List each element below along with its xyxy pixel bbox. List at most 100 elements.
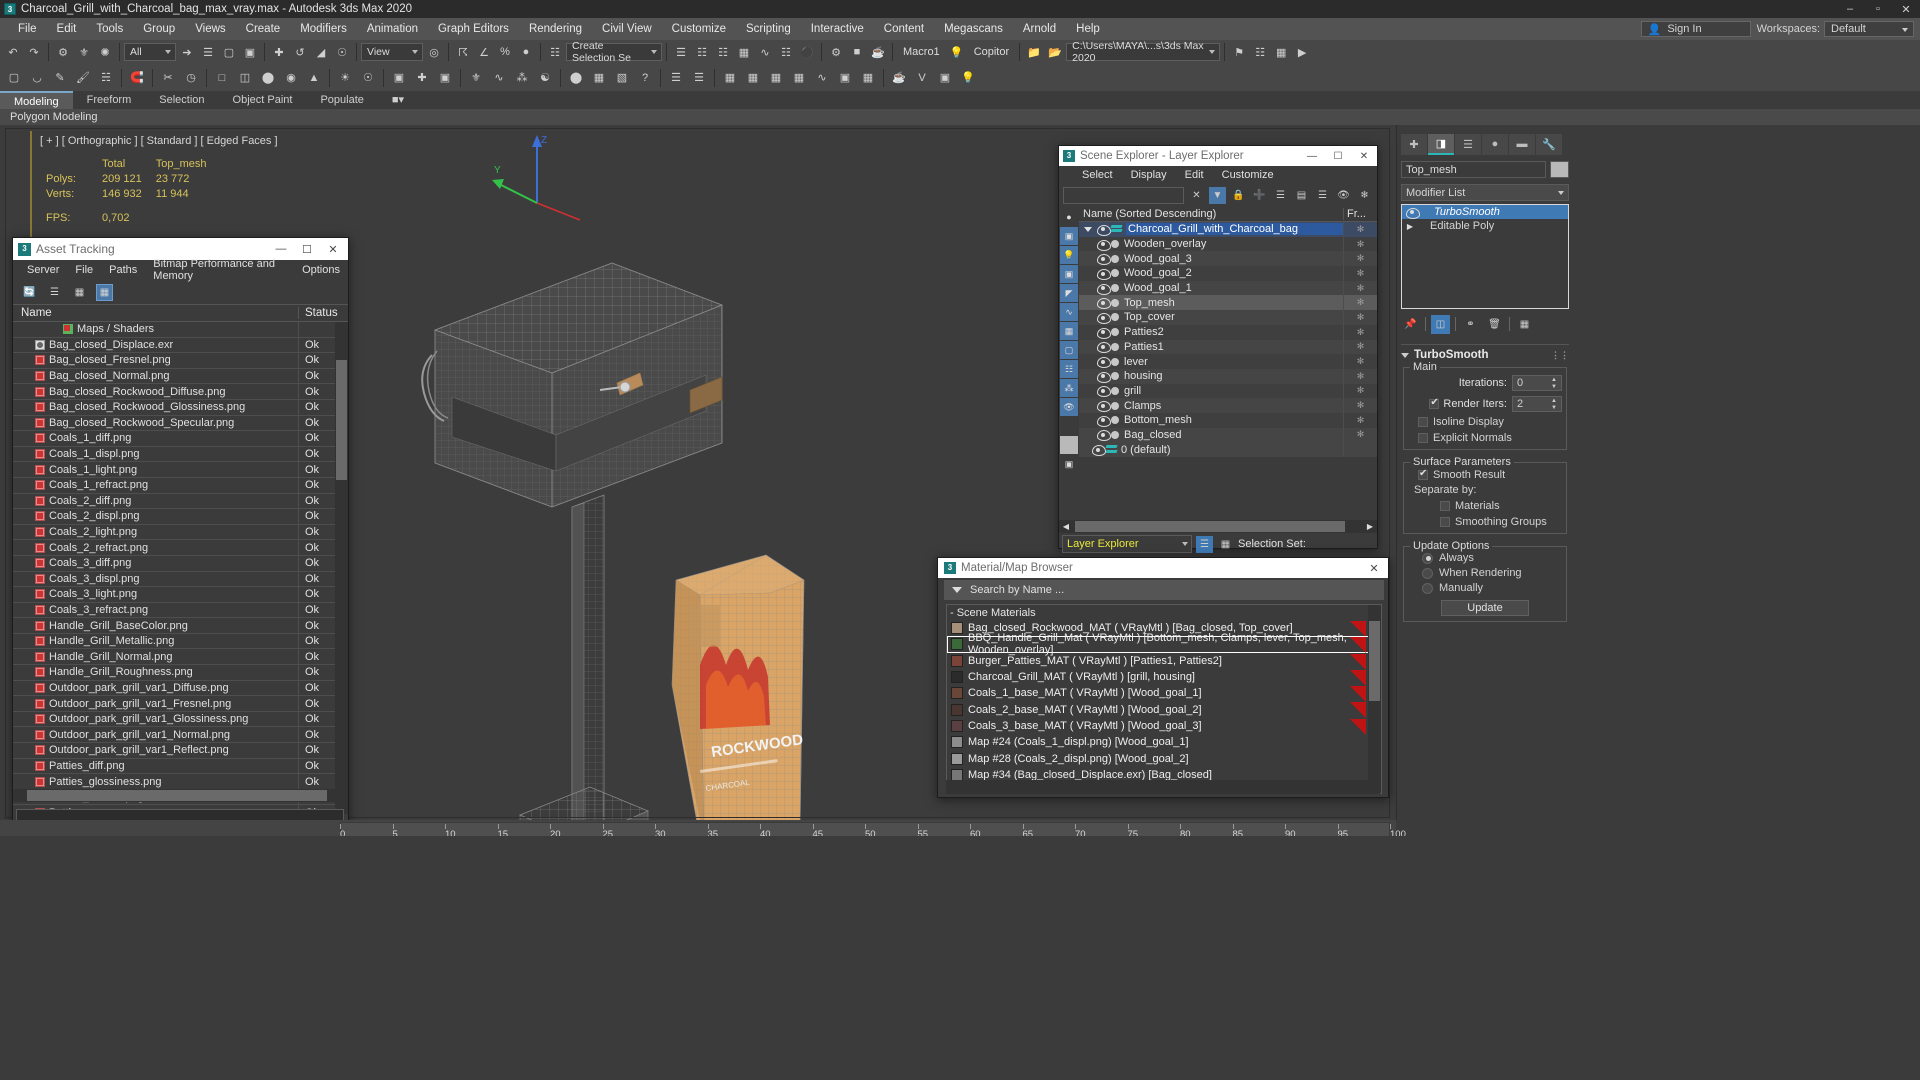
visibility-eye-icon[interactable] bbox=[1097, 401, 1111, 413]
help-tool-icon[interactable]: ? bbox=[634, 67, 656, 89]
freeze-toggle[interactable]: ✻ bbox=[1343, 266, 1377, 281]
materials-checkbox[interactable] bbox=[1440, 501, 1450, 511]
asset-row[interactable]: Outdoor_park_grill_var1_Normal.png Ok bbox=[13, 727, 348, 744]
scene-node-row[interactable]: lever ✻ bbox=[1079, 354, 1377, 369]
scene-node-row[interactable]: Wood_goal_3 ✻ bbox=[1079, 251, 1377, 267]
scene-node-row[interactable]: Bottom_mesh ✻ bbox=[1079, 412, 1377, 428]
menu-scripting[interactable]: Scripting bbox=[736, 20, 801, 38]
asset-row[interactable]: Outdoor_park_grill_var1_Diffuse.png Ok bbox=[13, 680, 348, 697]
material-row[interactable]: Charcoal_Grill_MAT ( VRayMtl ) [grill, h… bbox=[947, 669, 1381, 686]
pivot-center-icon[interactable]: ◎ bbox=[424, 42, 444, 62]
scene-node-row[interactable]: housing ✻ bbox=[1079, 368, 1377, 384]
render-icon[interactable]: ☕ bbox=[888, 67, 910, 89]
visibility-eye-icon[interactable] bbox=[1097, 239, 1111, 251]
project-path-select[interactable]: C:\Users\MAYA\...s\3ds Max 2020 bbox=[1066, 40, 1221, 64]
mb-close-button[interactable]: ✕ bbox=[1360, 558, 1388, 578]
select-and-rotate-icon[interactable]: ↺ bbox=[290, 42, 310, 62]
scene-node-row[interactable]: Patties2 ✻ bbox=[1079, 324, 1377, 340]
scene-explorer-close[interactable]: ✕ bbox=[1351, 146, 1377, 166]
pin-stack-icon[interactable]: 📌 bbox=[1401, 315, 1420, 334]
detail-view-icon[interactable]: ▦ bbox=[71, 284, 88, 301]
material-editor-icon[interactable]: ⚫ bbox=[797, 42, 817, 62]
material-row[interactable]: Coals_3_base_MAT ( VRayMtl ) [Wood_goal_… bbox=[947, 718, 1381, 735]
explorer-mode-select[interactable]: Layer Explorer bbox=[1062, 535, 1192, 553]
tree-default-layer-row[interactable]: 0 (default) bbox=[1079, 442, 1377, 457]
layers-icon[interactable]: ☰ bbox=[1314, 187, 1331, 204]
menu-group[interactable]: Group bbox=[133, 20, 185, 38]
clear-search-icon[interactable]: ✕ bbox=[1188, 187, 1205, 204]
cylinder-object-icon[interactable]: ◫ bbox=[234, 67, 256, 89]
freeze-toggle[interactable]: ✻ bbox=[1343, 236, 1377, 252]
menu-customize[interactable]: Customize bbox=[662, 20, 736, 38]
light-bulb-icon[interactable]: 💡 bbox=[947, 42, 967, 62]
refresh-icon[interactable]: 🔄 bbox=[21, 284, 38, 301]
at-menu-server[interactable]: Server bbox=[19, 262, 67, 278]
menu-arnold[interactable]: Arnold bbox=[1013, 20, 1066, 38]
asset-row[interactable]: Outdoor_park_grill_var1_Reflect.png Ok bbox=[13, 743, 348, 759]
menu-civil-view[interactable]: Civil View bbox=[592, 20, 662, 38]
asset-row[interactable]: Bag_closed_Rockwood_Specular.png Ok bbox=[13, 415, 348, 432]
mirror-icon[interactable]: ☰ bbox=[671, 42, 691, 62]
asset-row[interactable]: Bag_closed_Fresnel.png Ok bbox=[13, 353, 348, 369]
explorer-layers-icon[interactable]: ☰ bbox=[1196, 535, 1213, 553]
asset-row[interactable]: Bag_closed_Displace.exr Ok bbox=[13, 337, 348, 354]
quickslice-icon[interactable]: ◷ bbox=[180, 67, 202, 89]
freeze-toggle[interactable]: ✻ bbox=[1343, 368, 1377, 384]
asset-row[interactable]: Coals_2_displ.png Ok bbox=[13, 509, 348, 525]
align-left-icon[interactable]: ☰ bbox=[665, 67, 687, 89]
freeze-toggle[interactable]: ✻ bbox=[1343, 383, 1377, 399]
isoline-display-checkbox[interactable] bbox=[1418, 417, 1428, 427]
visibility-eye-icon[interactable] bbox=[1097, 415, 1111, 427]
project-set-icon[interactable]: 📂 bbox=[1045, 42, 1065, 62]
named-selection-set-select[interactable]: Create Selection Se bbox=[566, 40, 662, 64]
modify-tab[interactable]: ◨ bbox=[1428, 133, 1454, 155]
mb-vertical-scrollbar[interactable] bbox=[1368, 605, 1381, 793]
rollout-header[interactable]: TurboSmooth ⋮⋮ bbox=[1401, 344, 1569, 361]
asset-row[interactable]: Coals_3_displ.png Ok bbox=[13, 571, 348, 588]
asset-row[interactable]: Coals_3_diff.png Ok bbox=[13, 555, 348, 572]
space-warp-icon[interactable]: ∿ bbox=[488, 67, 510, 89]
asset-row[interactable]: Outdoor_park_grill_var1_Fresnel.png Ok bbox=[13, 696, 348, 712]
material-row[interactable]: Coals_1_base_MAT ( VRayMtl ) [Wood_goal_… bbox=[947, 685, 1381, 703]
unlink-icon[interactable]: ⚜ bbox=[74, 42, 94, 62]
material-row[interactable]: Map #28 (Coals_2_displ.png) [Wood_goal_2… bbox=[947, 750, 1381, 766]
mb-group-header[interactable]: - Scene Materials bbox=[947, 605, 1381, 620]
freeze-toggle[interactable]: ✻ bbox=[1343, 251, 1377, 267]
freeze-layer-icon[interactable]: ❄ bbox=[1356, 187, 1373, 204]
filter-notes-icon[interactable]: ▣ bbox=[1060, 455, 1078, 473]
freeze-toggle[interactable]: ✻ bbox=[1343, 339, 1377, 355]
scene-node-row[interactable]: grill ✻ bbox=[1079, 383, 1377, 399]
menu-rendering[interactable]: Rendering bbox=[519, 20, 592, 38]
undo-icon[interactable]: ↶ bbox=[3, 42, 23, 62]
at-menu-paths[interactable]: Paths bbox=[101, 262, 145, 278]
freeze-toggle[interactable]: ✻ bbox=[1343, 324, 1377, 340]
sign-in-button[interactable]: 👤 Sign In bbox=[1640, 21, 1751, 37]
asset-row[interactable]: Bag_closed_Rockwood_Diffuse.png Ok bbox=[13, 384, 348, 400]
object-name-input[interactable]: Top_mesh bbox=[1401, 161, 1546, 178]
bitmap-icon[interactable]: ▧ bbox=[611, 67, 633, 89]
material-ball-icon[interactable]: ⬤ bbox=[565, 67, 587, 89]
asset-row[interactable]: Coals_1_diff.png Ok bbox=[13, 431, 348, 447]
asset-row[interactable]: Bag_closed_Rockwood_Glossiness.png Ok bbox=[13, 399, 348, 416]
uv-icon[interactable]: ▦ bbox=[588, 67, 610, 89]
visibility-eye-icon[interactable] bbox=[1092, 445, 1106, 457]
cut-icon[interactable]: ✂ bbox=[157, 67, 179, 89]
hierarchy-tab[interactable]: ☰ bbox=[1455, 133, 1481, 155]
redo-icon[interactable]: ↷ bbox=[24, 42, 44, 62]
frame-buffer-icon[interactable]: ▣ bbox=[934, 67, 956, 89]
bind-space-warp-icon[interactable]: ✺ bbox=[95, 42, 115, 62]
array-icon[interactable]: ▦ bbox=[857, 67, 879, 89]
filter-helpers-icon[interactable]: ◤ bbox=[1060, 284, 1078, 302]
freeze-toggle[interactable]: ✻ bbox=[1343, 412, 1377, 428]
box-primitive-icon[interactable]: ▢ bbox=[3, 67, 25, 89]
when-rendering-row[interactable]: When Rendering bbox=[1408, 567, 1562, 579]
lock-icon[interactable]: 🔒 bbox=[1230, 187, 1247, 204]
asset-group-row[interactable]: Maps / Shaders bbox=[13, 322, 348, 338]
always-row[interactable]: Always bbox=[1408, 552, 1562, 564]
target-camera-icon[interactable]: ✚ bbox=[411, 67, 433, 89]
freeze-toggle[interactable]: ✻ bbox=[1343, 295, 1377, 311]
update-button[interactable]: Update bbox=[1441, 600, 1529, 616]
visibility-eye-icon[interactable] bbox=[1097, 430, 1111, 442]
material-row[interactable]: Map #24 (Coals_1_displ.png) [Wood_goal_1… bbox=[947, 734, 1381, 750]
asset-row[interactable]: Coals_1_displ.png Ok bbox=[13, 446, 348, 463]
